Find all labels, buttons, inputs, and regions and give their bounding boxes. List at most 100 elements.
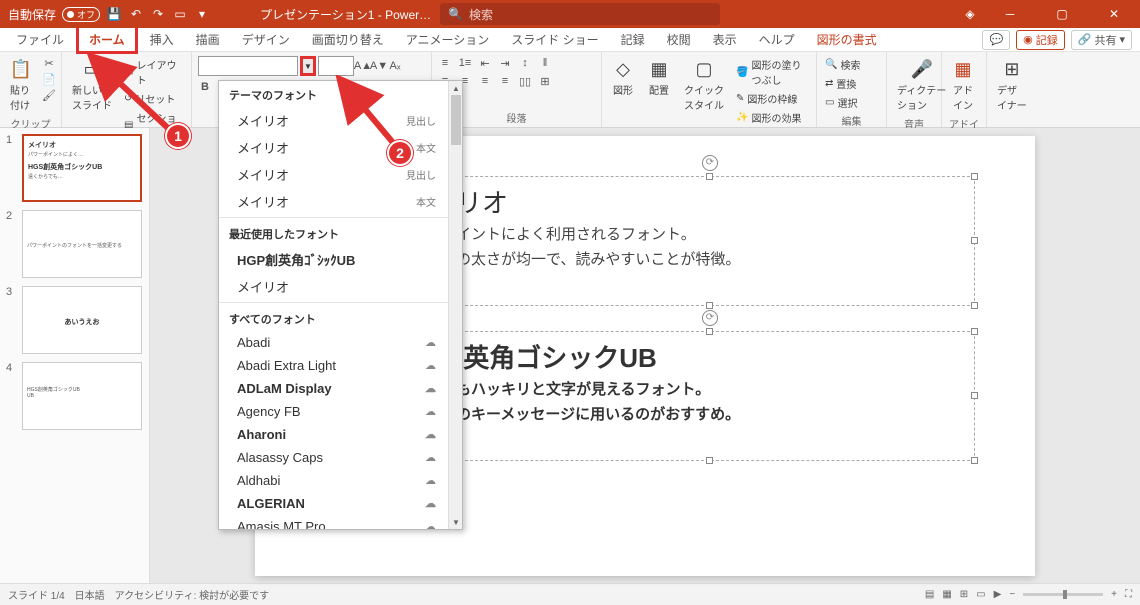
cut-icon[interactable]: ✂: [42, 56, 56, 70]
minimize-button[interactable]: ─: [990, 0, 1030, 28]
textbox-2[interactable]: ⟳ |英角ゴシックUB もハッキリと文字が見えるフォント。 のキーメッセージに用…: [445, 331, 975, 461]
layout-button[interactable]: ▭ レイアウト: [122, 56, 185, 88]
rotate-handle-icon[interactable]: ⟳: [702, 155, 718, 171]
designer-button[interactable]: ⊞デザ イナー: [993, 56, 1031, 114]
thumbnail-1[interactable]: 1 メイリオパワーポイントによく…HGS創英角ゴシックUB遠くからでも…: [6, 134, 143, 202]
zoom-slider[interactable]: [1023, 593, 1103, 596]
zoom-out-icon[interactable]: −: [1009, 589, 1015, 600]
columns-icon[interactable]: ▯▯: [518, 74, 532, 88]
reset-button[interactable]: ↺ リセット: [122, 90, 185, 107]
new-slide-button[interactable]: ▭新しい スライド: [68, 56, 116, 114]
rotate-handle-icon[interactable]: ⟳: [702, 310, 718, 326]
font-option[interactable]: Abadi☁: [219, 331, 448, 354]
tab-draw[interactable]: 描画: [186, 28, 230, 51]
line-spacing-icon[interactable]: ↕: [518, 56, 532, 70]
tab-slideshow[interactable]: スライド ショー: [501, 28, 608, 51]
paste-button[interactable]: 📋貼り付け: [6, 56, 36, 114]
textbox-1-line1[interactable]: イントによく利用されるフォント。: [446, 222, 974, 248]
align-right-icon[interactable]: ≡: [478, 74, 492, 88]
find-button[interactable]: 🔍 検索: [823, 56, 862, 73]
format-painter-icon[interactable]: 🖌: [42, 88, 56, 102]
thumbnail-4[interactable]: 4 HGS創英角ゴシックUBUB: [6, 362, 143, 430]
thumbnail-2[interactable]: 2 パワーポイントのフォントを一括変更する: [6, 210, 143, 278]
indent-dec-icon[interactable]: ⇤: [478, 56, 492, 70]
slideshow-view-icon[interactable]: ▶: [994, 589, 1002, 600]
bullet-icon[interactable]: ≡: [438, 56, 452, 70]
search-box[interactable]: 🔍 検索: [440, 3, 720, 25]
comments-button[interactable]: 💬: [982, 30, 1010, 50]
scroll-thumb[interactable]: [451, 95, 461, 145]
font-dropdown-scrollbar[interactable]: ▲ ▼: [448, 81, 462, 529]
shrink-font-icon[interactable]: A▼: [372, 59, 386, 73]
replace-button[interactable]: ⇄ 置換: [823, 75, 862, 92]
smartart-icon[interactable]: ⊞: [538, 74, 552, 88]
start-slideshow-icon[interactable]: ▭: [172, 6, 188, 22]
thumbnail-3[interactable]: 3 あいうえお: [6, 286, 143, 354]
share-button[interactable]: 🔗 共有 ▾: [1071, 30, 1132, 50]
tab-home[interactable]: ホーム: [76, 25, 138, 54]
zoom-in-icon[interactable]: +: [1111, 589, 1117, 600]
save-icon[interactable]: 💾: [106, 6, 122, 22]
font-option[interactable]: HGP創英角ｺﾞｼｯｸUB: [219, 246, 448, 273]
justify-icon[interactable]: ≡: [498, 74, 512, 88]
font-size-input[interactable]: [318, 56, 354, 76]
tab-record[interactable]: 記録: [611, 28, 655, 51]
addin-button[interactable]: ▦アド イン: [948, 56, 978, 114]
font-option[interactable]: メイリオ本文: [219, 188, 448, 215]
font-option[interactable]: Amasis MT Pro☁: [219, 515, 448, 529]
close-button[interactable]: ✕: [1094, 0, 1134, 28]
thumbnail-pane[interactable]: 1 メイリオパワーポイントによく…HGS創英角ゴシックUB遠くからでも… 2 パ…: [0, 128, 150, 583]
scroll-down-icon[interactable]: ▼: [449, 515, 463, 529]
font-option[interactable]: メイリオ見出し: [219, 161, 448, 188]
grow-font-icon[interactable]: A▲: [356, 59, 370, 73]
bold-icon[interactable]: B: [198, 80, 212, 94]
textbox-1[interactable]: ⟳ リオ イントによく利用されるフォント。 の太さが均一で、読みやすいことが特徴…: [445, 176, 975, 306]
textbox-1-heading[interactable]: リオ: [446, 177, 974, 222]
font-dropdown-menu[interactable]: テーマのフォント メイリオ見出しメイリオ本文メイリオ見出しメイリオ本文 最近使用…: [218, 80, 463, 530]
record-button[interactable]: ◉ 記録: [1016, 30, 1065, 50]
font-option[interactable]: Aharoni☁: [219, 423, 448, 446]
select-button[interactable]: ▭ 選択: [823, 94, 862, 111]
textbox-2-line1[interactable]: もハッキリと文字が見えるフォント。: [446, 377, 974, 403]
arrange-button[interactable]: ▦配置: [644, 56, 674, 99]
scroll-up-icon[interactable]: ▲: [449, 81, 463, 95]
diamond-icon[interactable]: ◈: [962, 6, 978, 22]
shape-effects-button[interactable]: ✨ 図形の効果: [734, 109, 810, 126]
undo-icon[interactable]: ↶: [128, 6, 144, 22]
font-option[interactable]: Abadi Extra Light☁: [219, 354, 448, 377]
tab-review[interactable]: 校閲: [657, 28, 701, 51]
notes-view-icon[interactable]: ▤: [925, 589, 934, 600]
font-option[interactable]: Alasassy Caps☁: [219, 446, 448, 469]
shapes-button[interactable]: ◇図形: [608, 56, 638, 99]
tab-insert[interactable]: 挿入: [140, 28, 184, 51]
reading-view-icon[interactable]: ▭: [976, 589, 985, 600]
font-dropdown-button[interactable]: ▼: [300, 56, 316, 76]
font-option[interactable]: メイリオ見出し: [219, 107, 448, 134]
shape-fill-button[interactable]: 🪣 図形の塗りつぶし: [734, 56, 810, 88]
more-icon[interactable]: ▾: [194, 6, 210, 22]
font-name-input[interactable]: [198, 56, 298, 76]
font-option[interactable]: メイリオ本文: [219, 134, 448, 161]
tab-help[interactable]: ヘルプ: [749, 28, 805, 51]
tab-file[interactable]: ファイル: [6, 28, 74, 51]
normal-view-icon[interactable]: ▦: [942, 589, 951, 600]
copy-icon[interactable]: 📄: [42, 72, 56, 86]
tab-view[interactable]: 表示: [703, 28, 747, 51]
sorter-view-icon[interactable]: ⊞: [960, 589, 968, 600]
quickstyle-button[interactable]: ▢クイック スタイル: [680, 56, 728, 114]
fit-window-icon[interactable]: ⛶: [1125, 589, 1132, 600]
font-option[interactable]: Agency FB☁: [219, 400, 448, 423]
font-option[interactable]: メイリオ: [219, 273, 448, 300]
tab-animations[interactable]: アニメーション: [396, 28, 500, 51]
tab-transitions[interactable]: 画面切り替え: [302, 28, 394, 51]
text-direction-icon[interactable]: ǁ: [538, 56, 552, 70]
number-icon[interactable]: 1≡: [458, 56, 472, 70]
font-option[interactable]: Aldhabi☁: [219, 469, 448, 492]
font-option[interactable]: ALGERIAN☁: [219, 492, 448, 515]
tab-shape-format[interactable]: 図形の書式: [807, 28, 887, 51]
clear-format-icon[interactable]: Aₓ: [388, 59, 402, 73]
shape-outline-button[interactable]: ✎ 図形の枠線: [734, 90, 810, 107]
autosave-toggle[interactable]: オフ: [62, 7, 100, 22]
redo-icon[interactable]: ↷: [150, 6, 166, 22]
textbox-1-line2[interactable]: の太さが均一で、読みやすいことが特徴。: [446, 247, 974, 273]
